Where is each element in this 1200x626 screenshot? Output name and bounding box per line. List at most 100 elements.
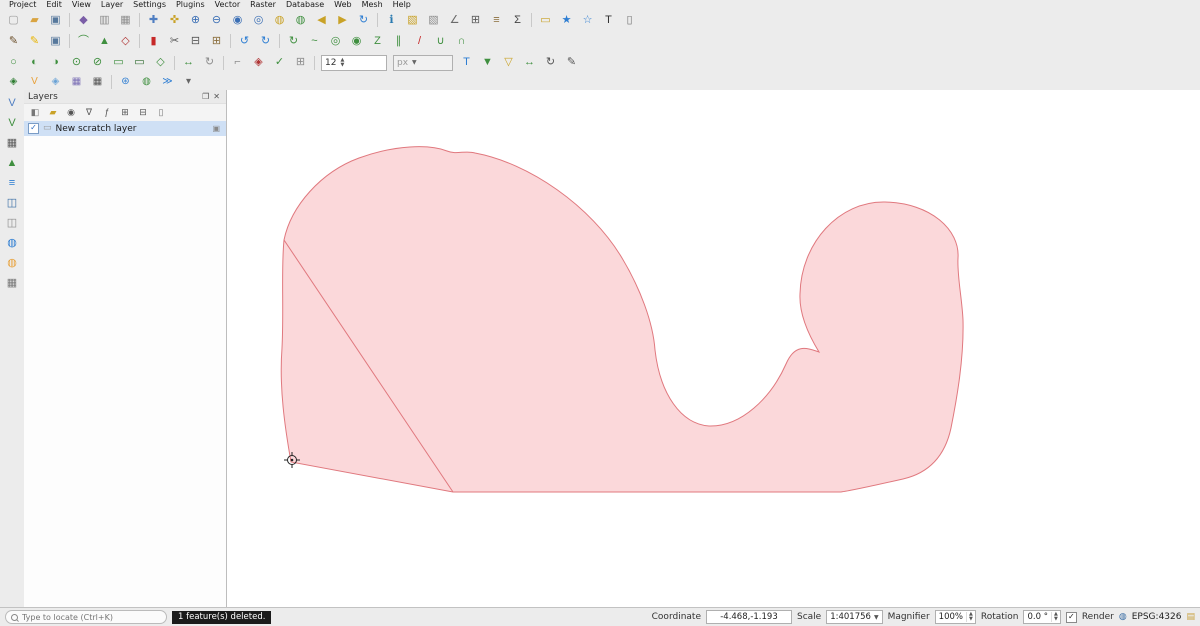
refresh-map[interactable]: ↻ bbox=[354, 12, 373, 29]
toolbar-options-dropdown[interactable]: ▾ bbox=[179, 75, 198, 89]
layer-row[interactable]: ▭ New scratch layer ▣ bbox=[24, 121, 226, 136]
menu-item[interactable]: Mesh bbox=[357, 0, 388, 10]
menu-item[interactable]: Layer bbox=[96, 0, 128, 10]
grass-tools[interactable]: ◍ bbox=[137, 75, 156, 89]
cut-features[interactable]: ✂ bbox=[165, 33, 184, 50]
open-data-source-manager[interactable]: V bbox=[2, 94, 22, 113]
new-temporary-scratch-layer[interactable]: ▦ bbox=[67, 75, 86, 89]
map-canvas[interactable] bbox=[226, 90, 1200, 608]
menu-item[interactable]: Web bbox=[329, 0, 356, 10]
rectangle-from-extent[interactable]: ▭ bbox=[109, 54, 128, 71]
locate-search[interactable] bbox=[5, 610, 167, 624]
collapse-all[interactable]: ⊟ bbox=[135, 105, 151, 120]
menu-item[interactable]: Project bbox=[4, 0, 41, 10]
add-ring[interactable]: ◎ bbox=[326, 33, 345, 50]
scale-combo[interactable]: 1:401756 ▼ bbox=[826, 610, 882, 624]
new-virtual-layer[interactable]: ▦ bbox=[88, 75, 107, 89]
add-part[interactable]: ◉ bbox=[347, 33, 366, 50]
circle-from-2-points[interactable]: ○ bbox=[4, 54, 23, 71]
menu-item[interactable]: Vector bbox=[210, 0, 246, 10]
snapping-toggle[interactable]: ◈ bbox=[249, 54, 268, 71]
zoom-out[interactable]: ⊖ bbox=[207, 12, 226, 29]
merge-attributes[interactable]: ∩ bbox=[452, 33, 471, 50]
add-wfs-layer[interactable]: ◍ bbox=[2, 254, 22, 273]
spinner-arrows-icon[interactable]: ▲▼ bbox=[340, 58, 344, 68]
zoom-full[interactable]: ◎ bbox=[249, 12, 268, 29]
project-new[interactable]: ▢ bbox=[4, 12, 23, 29]
magnifier-spinbox[interactable]: 100% ▲▼ bbox=[935, 610, 976, 624]
add-delimited-text-layer[interactable]: ≡ bbox=[2, 174, 22, 193]
add-group[interactable]: ▰ bbox=[45, 105, 61, 120]
coordinate-input[interactable] bbox=[706, 610, 792, 624]
zoom-last[interactable]: ◀ bbox=[312, 12, 331, 29]
vertex-tool[interactable]: ◇ bbox=[116, 33, 135, 50]
add-raster-layer[interactable]: ▦ bbox=[2, 134, 22, 153]
add-spatialite-layer[interactable]: ◫ bbox=[2, 214, 22, 233]
circle-from-3-points[interactable]: ◐ bbox=[25, 54, 44, 71]
statistical-summary[interactable]: Σ bbox=[508, 12, 527, 29]
filter-legend-by-expression[interactable]: ƒ bbox=[99, 105, 115, 120]
render-checkbox[interactable] bbox=[1066, 612, 1077, 623]
redo[interactable]: ↻ bbox=[256, 33, 275, 50]
remove-layer[interactable]: ▯ bbox=[153, 105, 169, 120]
add-polygon-feature[interactable]: ▲ bbox=[95, 33, 114, 50]
expand-all[interactable]: ⊞ bbox=[117, 105, 133, 120]
trim-extend[interactable]: ⌐ bbox=[228, 54, 247, 71]
advanced-digitizing-panel[interactable]: ⊞ bbox=[291, 54, 310, 71]
messages-icon[interactable]: ▤ bbox=[1186, 612, 1195, 622]
text-annotation[interactable]: T bbox=[599, 12, 618, 29]
digitize-with-curve[interactable]: ⌒ bbox=[74, 33, 93, 50]
font-size-combo[interactable]: 12 ▲▼ bbox=[321, 55, 387, 71]
menu-item[interactable]: Raster bbox=[245, 0, 281, 10]
memory-layer-indicator-icon[interactable]: ▣ bbox=[210, 124, 222, 133]
zoom-to-layer[interactable]: ◍ bbox=[291, 12, 310, 29]
new-spatialite-layer[interactable]: ◈ bbox=[46, 75, 65, 89]
float-panel-icon[interactable]: ❐ bbox=[200, 92, 211, 101]
zoom-in[interactable]: ⊕ bbox=[186, 12, 205, 29]
menu-item[interactable]: Database bbox=[281, 0, 329, 10]
save-layer-edits[interactable]: ▣ bbox=[46, 33, 65, 50]
regular-polygon[interactable]: ◇ bbox=[151, 54, 170, 71]
reshape-features[interactable]: Z bbox=[368, 33, 387, 50]
move-feature[interactable]: ↔ bbox=[179, 54, 198, 71]
rotate-label[interactable]: ↻ bbox=[541, 54, 560, 71]
project-save[interactable]: ▣ bbox=[46, 12, 65, 29]
add-wms-layer[interactable]: ◍ bbox=[2, 234, 22, 253]
menu-item[interactable]: Edit bbox=[41, 0, 67, 10]
ellipse-from-center[interactable]: ⊙ bbox=[67, 54, 86, 71]
new-bookmark[interactable]: ★ bbox=[557, 12, 576, 29]
highlight-pinned-labels[interactable]: ▽ bbox=[499, 54, 518, 71]
menu-item[interactable]: View bbox=[67, 0, 96, 10]
add-vector-layer[interactable]: V bbox=[2, 114, 22, 133]
add-virtual-layer[interactable]: ▦ bbox=[2, 274, 22, 293]
pan-to-selection[interactable]: ✜ bbox=[165, 12, 184, 29]
pan-map[interactable]: ✚ bbox=[144, 12, 163, 29]
change-label-properties[interactable]: ✎ bbox=[562, 54, 581, 71]
current-edits[interactable]: ✎ bbox=[4, 33, 23, 50]
style-manager[interactable]: ◆ bbox=[74, 12, 93, 29]
processing-toolbox[interactable]: ⊛ bbox=[116, 75, 135, 89]
ellipse-from-extent[interactable]: ⊘ bbox=[88, 54, 107, 71]
select-features[interactable]: ▧ bbox=[403, 12, 422, 29]
spinner-arrows-icon[interactable]: ▲▼ bbox=[1051, 612, 1060, 622]
layout-manager[interactable]: ▦ bbox=[116, 12, 135, 29]
layer-visibility-checkbox[interactable] bbox=[28, 123, 39, 134]
spinner-arrows-icon[interactable]: ▲▼ bbox=[966, 612, 975, 622]
pin-unpin-labels[interactable]: ▼ bbox=[478, 54, 497, 71]
rectangle-from-center[interactable]: ▭ bbox=[130, 54, 149, 71]
zoom-to-selection[interactable]: ◍ bbox=[270, 12, 289, 29]
toggle-editing[interactable]: ✎ bbox=[25, 33, 44, 50]
rotate-feature-tool[interactable]: ↻ bbox=[200, 54, 219, 71]
identify-features[interactable]: ℹ bbox=[382, 12, 401, 29]
split-features[interactable]: / bbox=[410, 33, 429, 50]
font-unit-combo[interactable]: px ▼ bbox=[393, 55, 453, 71]
layer-labeling-options[interactable]: T bbox=[457, 54, 476, 71]
menu-item[interactable]: Help bbox=[388, 0, 416, 10]
offset-curve[interactable]: ∥ bbox=[389, 33, 408, 50]
field-calculator[interactable]: ≡ bbox=[487, 12, 506, 29]
filter-legend[interactable]: ∇ bbox=[81, 105, 97, 120]
zoom-next[interactable]: ▶ bbox=[333, 12, 352, 29]
map-tips[interactable]: ▭ bbox=[536, 12, 555, 29]
delete-selected[interactable]: ▮ bbox=[144, 33, 163, 50]
measure-line[interactable]: ∠ bbox=[445, 12, 464, 29]
